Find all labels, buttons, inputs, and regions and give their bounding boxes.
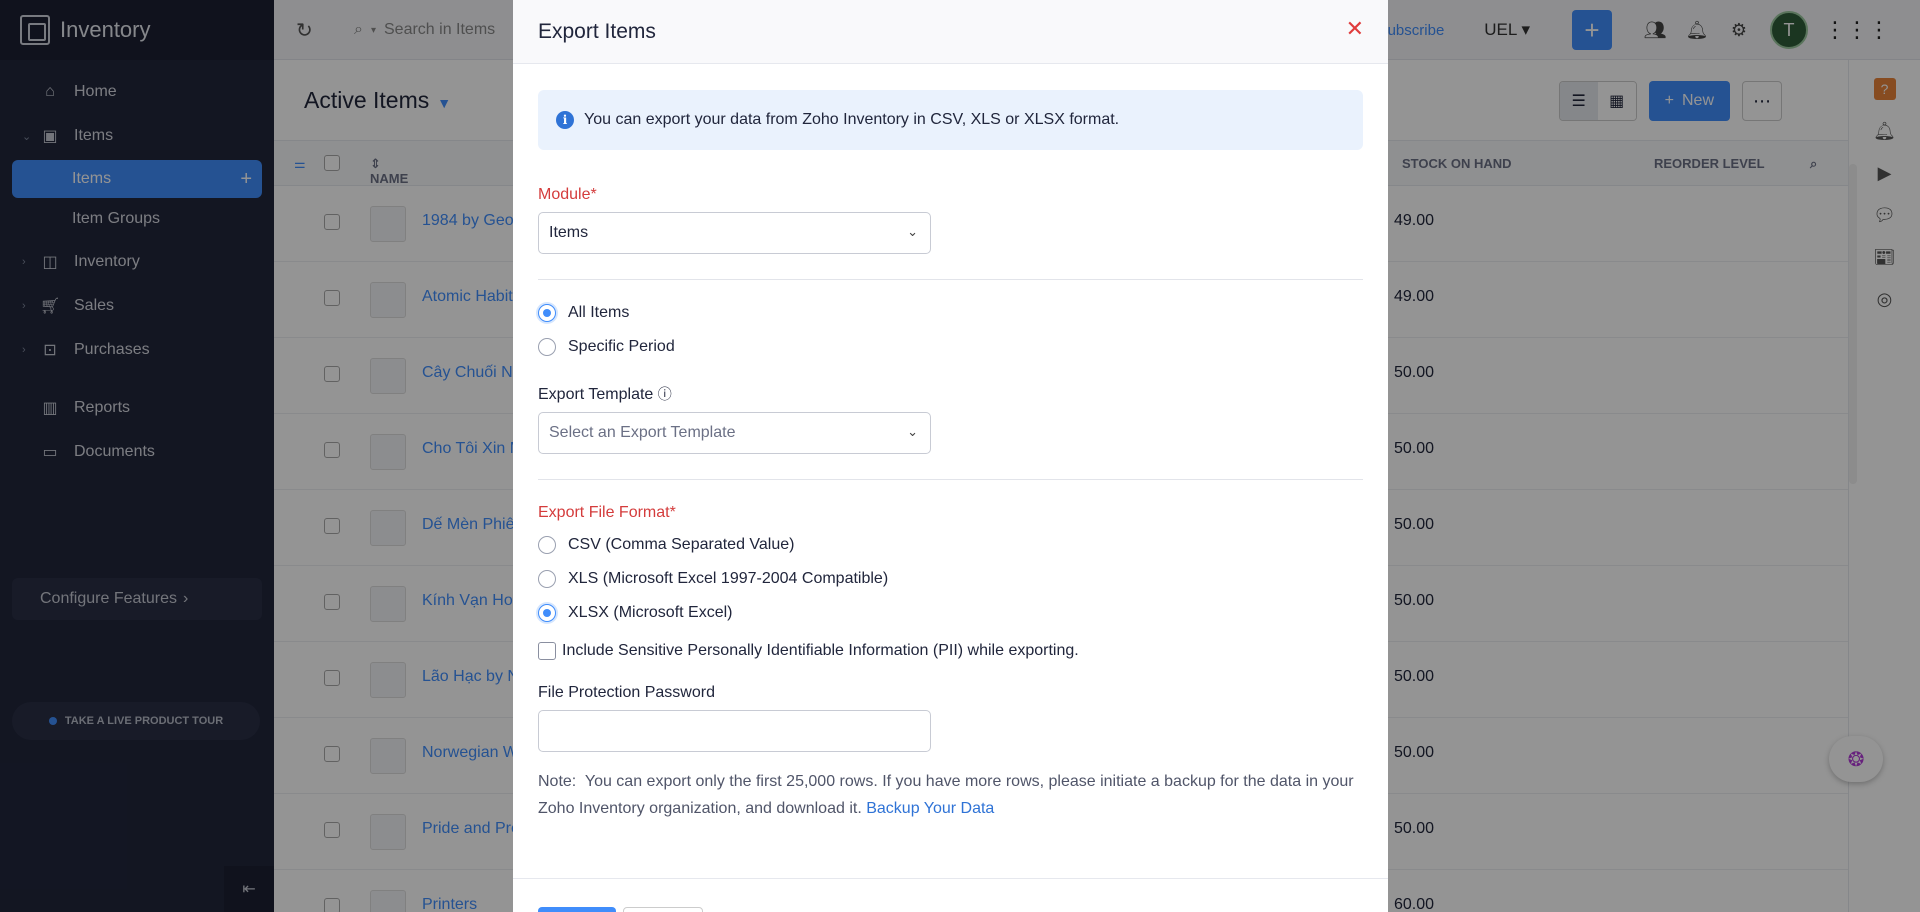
pii-label: Include Sensitive Personally Identifiabl…	[562, 642, 1079, 659]
all-items-radio[interactable]	[538, 304, 556, 322]
dialog-title: Export Items	[538, 19, 656, 43]
export-template-label-text: Export Template	[538, 386, 654, 403]
pii-option[interactable]: Include Sensitive Personally Identifiabl…	[538, 642, 1363, 660]
dialog-body: i You can export your data from Zoho Inv…	[513, 64, 1388, 822]
module-label: Module*	[538, 186, 597, 203]
module-select[interactable]: Items ⌄	[538, 212, 931, 254]
export-template-label: Export Template ⓘ	[538, 384, 1363, 404]
format-xls-radio[interactable]	[538, 570, 556, 588]
all-items-label: All Items	[568, 304, 630, 321]
all-items-option[interactable]: All Items	[538, 296, 1363, 330]
export-note: Note: You can export only the first 25,0…	[538, 768, 1358, 822]
module-value: Items	[549, 224, 589, 241]
dialog-header: Export Items ✕	[513, 0, 1388, 64]
format-xls-option[interactable]: XLS (Microsoft Excel 1997-2004 Compatibl…	[538, 562, 1363, 596]
backup-your-data-link[interactable]: Backup Your Data	[866, 800, 994, 817]
cancel-button[interactable]	[623, 907, 703, 912]
password-label: File Protection Password	[538, 684, 715, 701]
export-format-label: Export File Format*	[538, 504, 676, 521]
chevron-down-icon: ⌄	[907, 224, 918, 239]
specific-period-option[interactable]: Specific Period	[538, 330, 1363, 364]
pii-checkbox[interactable]	[538, 642, 556, 660]
password-input[interactable]	[538, 710, 931, 752]
export-items-dialog: Export Items ✕ i You can export your dat…	[513, 0, 1388, 912]
format-xlsx-option[interactable]: XLSX (Microsoft Excel)	[538, 596, 1363, 630]
export-button[interactable]	[538, 907, 616, 912]
specific-period-radio[interactable]	[538, 338, 556, 356]
format-xls-label: XLS (Microsoft Excel 1997-2004 Compatibl…	[568, 570, 889, 587]
format-xlsx-radio[interactable]	[538, 604, 556, 622]
format-csv-option[interactable]: CSV (Comma Separated Value)	[538, 528, 1363, 562]
format-csv-label: CSV (Comma Separated Value)	[568, 536, 795, 553]
specific-period-label: Specific Period	[568, 338, 675, 355]
info-icon: i	[556, 111, 574, 129]
info-banner: i You can export your data from Zoho Inv…	[538, 90, 1363, 150]
format-csv-radio[interactable]	[538, 536, 556, 554]
info-text: You can export your data from Zoho Inven…	[584, 111, 1120, 128]
dialog-footer	[513, 878, 1388, 912]
close-icon[interactable]: ✕	[1346, 16, 1364, 42]
export-template-select[interactable]: Select an Export Template ⌄	[538, 412, 931, 454]
info-outline-icon[interactable]: ⓘ	[658, 386, 672, 402]
note-prefix: Note:	[538, 773, 577, 790]
format-xlsx-label: XLSX (Microsoft Excel)	[568, 604, 733, 621]
scrollbar-thumb[interactable]	[1849, 164, 1857, 484]
chevron-down-icon: ⌄	[907, 424, 918, 439]
export-template-placeholder: Select an Export Template	[549, 424, 736, 441]
page-scrollbar[interactable]	[1848, 140, 1858, 880]
